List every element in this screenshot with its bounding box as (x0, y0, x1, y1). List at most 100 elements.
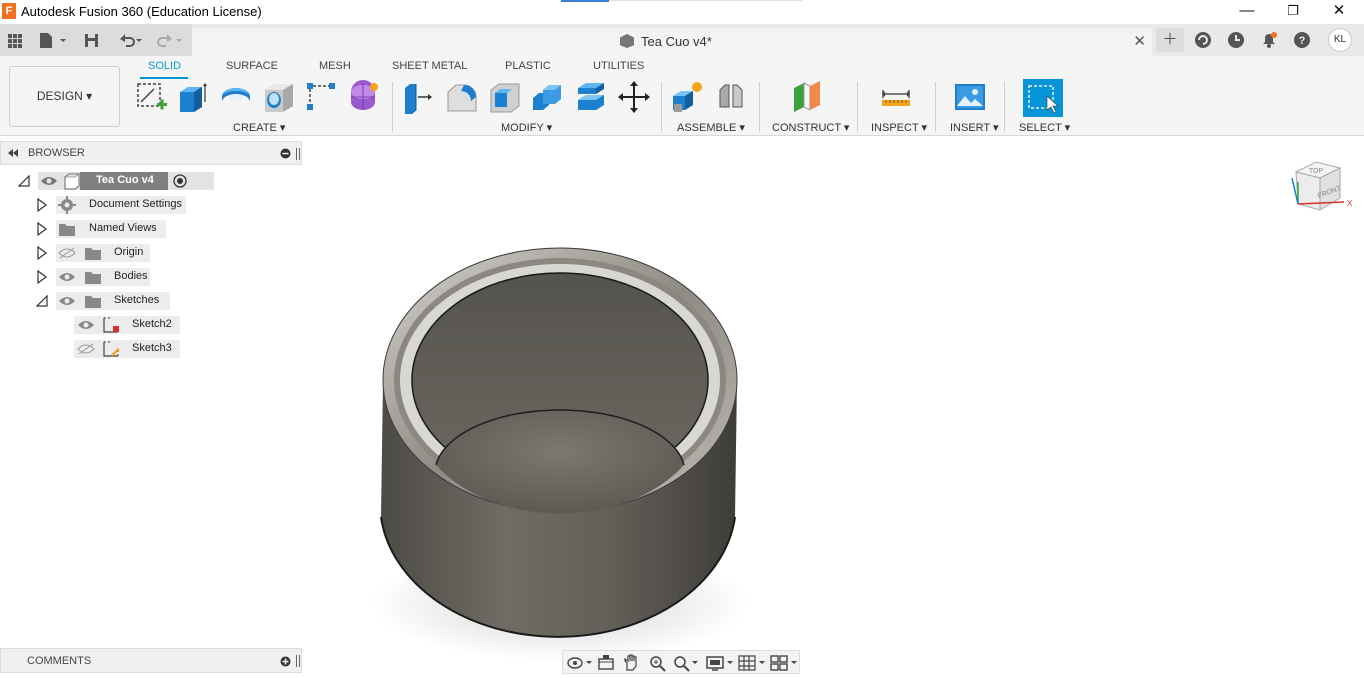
visibility-eye-icon[interactable] (77, 318, 95, 332)
view-cube[interactable]: TOP FRONT X (1284, 152, 1354, 222)
help-icon[interactable]: ? (1289, 28, 1315, 52)
x-axis-label: X (1347, 199, 1353, 208)
workspace-switcher-button[interactable]: DESIGN ▾ (9, 66, 120, 127)
activate-radio-icon[interactable] (173, 174, 187, 188)
tab-utilities[interactable]: UTILITIES (593, 60, 644, 72)
browser-root-row[interactable]: Tea Cuo v4 (16, 171, 214, 191)
group-divider (935, 82, 936, 132)
pin-panel-icon[interactable] (295, 654, 301, 668)
model-viewport-body[interactable] (370, 235, 750, 665)
document-tab[interactable]: Tea Cuo v4* ✕ (192, 28, 1152, 56)
tab-surface[interactable]: SURFACE (226, 60, 278, 72)
notifications-bell-icon[interactable] (1256, 28, 1282, 52)
browser-item-label: Sketches (114, 294, 160, 306)
tab-sheet-metal[interactable]: SHEET METAL (392, 60, 467, 72)
component-icon (620, 34, 634, 48)
group-divider (857, 82, 858, 132)
group-divider (661, 82, 662, 132)
assemble-group-label[interactable]: ASSEMBLE ▾ (677, 121, 745, 134)
group-divider (759, 82, 760, 132)
user-avatar[interactable]: KL (1328, 28, 1352, 52)
expand-triangle-icon[interactable] (36, 198, 48, 212)
look-at-icon[interactable] (595, 654, 617, 672)
folder-icon (85, 248, 101, 260)
visibility-eye-icon[interactable] (58, 270, 76, 284)
minimize-button[interactable]: — (1224, 0, 1270, 24)
tab-plastic[interactable]: PLASTIC (505, 60, 551, 72)
visibility-eye-icon[interactable] (58, 294, 76, 308)
collapse-panel-icon[interactable] (7, 149, 19, 157)
browser-item-sketch3[interactable]: Sketch3 (74, 339, 184, 359)
load-progress-track (609, 0, 802, 1)
select-tool-button[interactable] (1023, 79, 1063, 117)
create-group-label[interactable]: CREATE ▾ (233, 121, 285, 134)
tab-solid[interactable]: SOLID (148, 60, 181, 72)
combine-icon[interactable] (531, 80, 565, 114)
browser-item-named-views[interactable]: Named Views (34, 219, 174, 239)
measure-icon[interactable] (879, 80, 913, 114)
group-divider (392, 82, 393, 132)
new-tab-icon[interactable]: ＋ (1156, 28, 1184, 52)
construct-group-label[interactable]: CONSTRUCT ▾ (772, 121, 849, 134)
close-window-button[interactable]: ✕ (1316, 0, 1362, 24)
title-bar: F Autodesk Fusion 360 (Education License… (0, 0, 1364, 24)
expand-triangle-icon[interactable] (36, 222, 48, 236)
press-pull-icon[interactable] (402, 80, 436, 114)
hidden-eye-icon[interactable] (58, 246, 76, 260)
viewcube-top-label[interactable]: TOP (1309, 168, 1324, 175)
new-component-icon[interactable] (670, 80, 704, 114)
modify-group-label[interactable]: MODIFY ▾ (501, 121, 552, 134)
insert-group-label[interactable]: INSERT ▾ (950, 121, 999, 134)
pan-hand-icon[interactable] (621, 654, 643, 672)
pin-panel-icon[interactable] (295, 147, 301, 161)
file-menu-icon[interactable] (38, 30, 68, 50)
shell-icon[interactable] (488, 80, 522, 114)
sketch-label: Sketch3 (132, 342, 172, 354)
pattern-icon[interactable] (305, 80, 339, 114)
inspect-group-label[interactable]: INSPECT ▾ (871, 121, 927, 134)
clock-icon[interactable] (1223, 28, 1249, 52)
offset-face-icon[interactable] (574, 80, 608, 114)
browser-item-sketch2[interactable]: Sketch2 (74, 315, 184, 335)
collapse-triangle-icon[interactable] (36, 295, 48, 307)
browser-item-document-settings[interactable]: Document Settings (34, 195, 194, 215)
zoom-icon[interactable] (647, 654, 669, 672)
browser-item-sketches[interactable]: Sketches (34, 291, 174, 311)
fillet-icon[interactable] (445, 80, 479, 114)
save-icon[interactable] (84, 30, 100, 50)
undo-icon[interactable] (116, 30, 146, 50)
maximize-button[interactable]: ❐ (1270, 0, 1316, 24)
folder-icon (85, 296, 101, 308)
joint-icon[interactable] (714, 80, 748, 114)
extrude-icon[interactable] (176, 80, 210, 114)
insert-image-icon[interactable] (953, 80, 987, 114)
revolve-icon[interactable] (219, 80, 253, 114)
close-tab-icon[interactable]: ✕ (1133, 32, 1146, 50)
viewports-icon[interactable] (769, 654, 799, 672)
select-group-label[interactable]: SELECT ▾ (1019, 121, 1070, 134)
minimize-panel-icon[interactable] (280, 148, 291, 159)
create-sketch-icon[interactable] (134, 80, 168, 114)
create-form-icon[interactable] (347, 80, 381, 114)
folder-icon (85, 272, 101, 284)
move-copy-icon[interactable] (617, 80, 651, 114)
hidden-eye-icon[interactable] (77, 342, 95, 356)
tab-mesh[interactable]: MESH (319, 60, 351, 72)
job-status-icon[interactable] (1190, 28, 1216, 52)
orbit-icon[interactable] (565, 654, 593, 672)
visibility-eye-icon[interactable] (40, 174, 58, 188)
expand-triangle-icon[interactable] (36, 270, 48, 284)
hole-icon[interactable] (262, 80, 296, 114)
offset-plane-icon[interactable] (790, 80, 824, 114)
browser-item-origin[interactable]: Origin (34, 243, 154, 263)
browser-item-bodies[interactable]: Bodies (34, 267, 154, 287)
redo-icon[interactable] (156, 30, 186, 50)
add-comment-icon[interactable] (280, 656, 291, 667)
app-grid-icon[interactable] (6, 30, 24, 50)
expand-triangle-icon[interactable] (36, 246, 48, 260)
display-settings-icon[interactable] (705, 654, 735, 672)
collapse-triangle-icon[interactable] (18, 175, 30, 187)
grid-settings-icon[interactable] (737, 654, 767, 672)
gear-icon (58, 196, 76, 214)
fit-zoom-icon[interactable] (671, 654, 699, 672)
